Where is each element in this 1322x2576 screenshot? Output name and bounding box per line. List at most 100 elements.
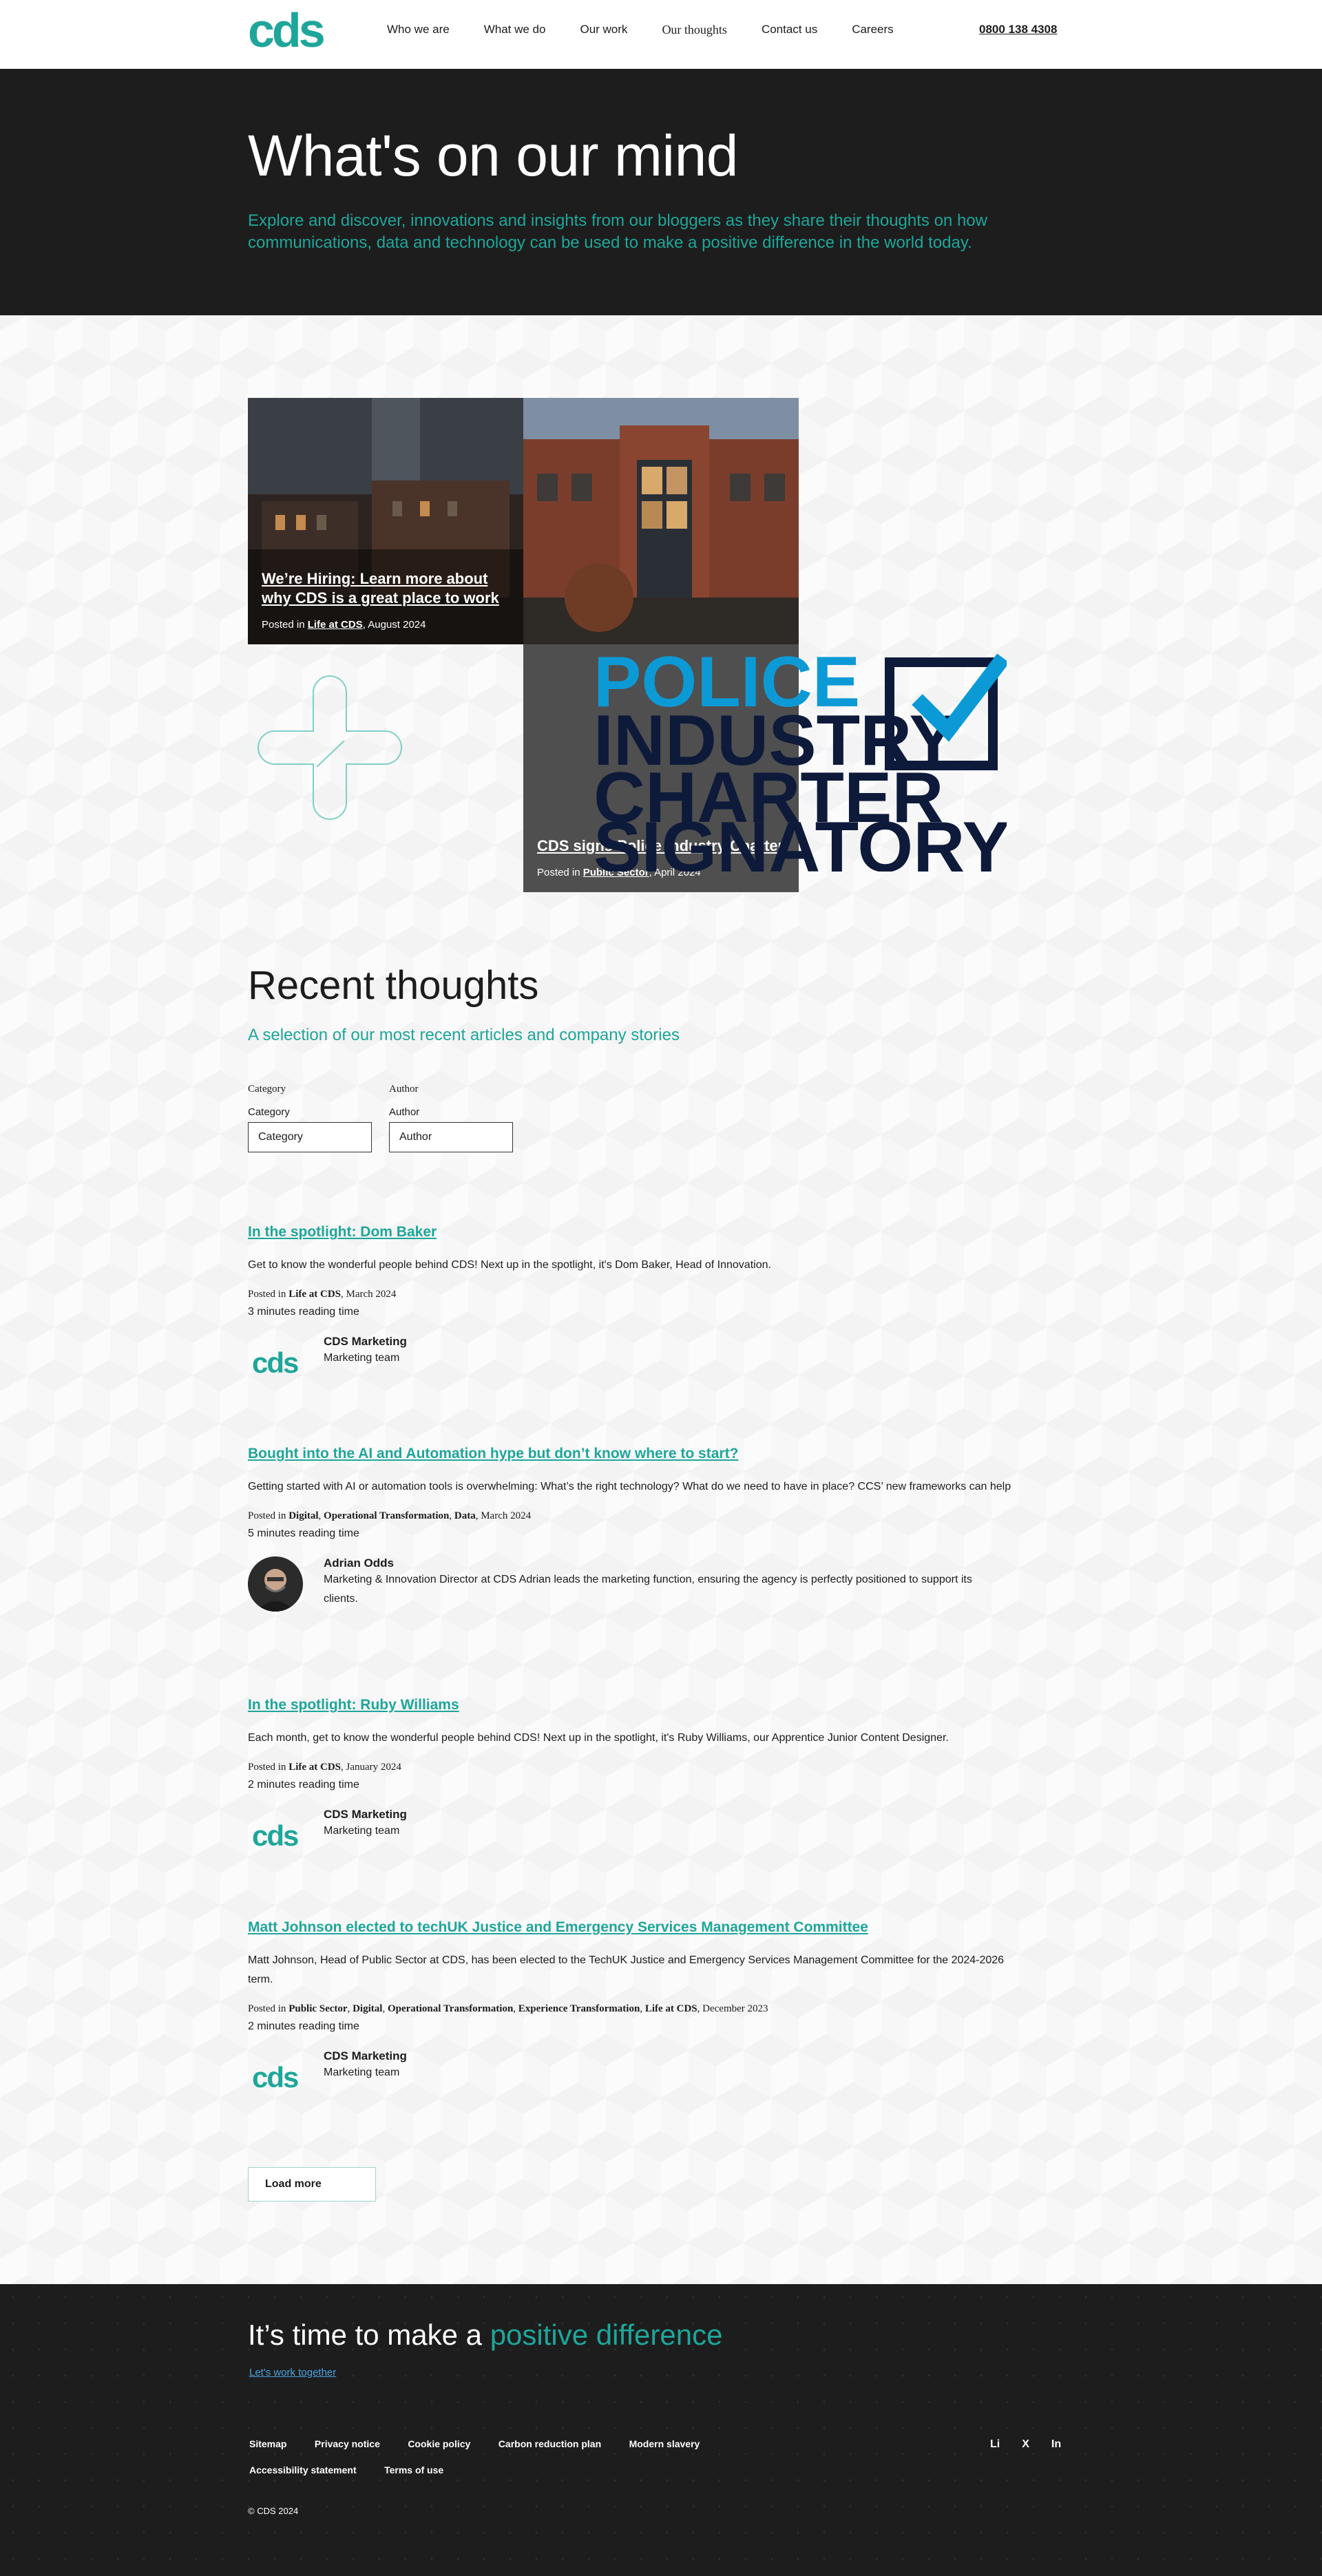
post-date: , March 2024 bbox=[341, 1289, 397, 1300]
category-link[interactable]: Life at CDS bbox=[288, 1289, 341, 1300]
article-excerpt: Getting started with AI or automation to… bbox=[248, 1481, 1011, 1492]
category-link[interactable]: Public Sector bbox=[288, 2003, 347, 2014]
reading-time: 2 minutes reading time bbox=[248, 2020, 359, 2032]
reading-time: 3 minutes reading time bbox=[248, 1306, 359, 1318]
site-header: cds Who we are What we do Our work Our t… bbox=[0, 0, 1322, 69]
nav-our-work[interactable]: Our work bbox=[580, 22, 627, 37]
post-date: , March 2024 bbox=[475, 1510, 532, 1521]
cds-logo[interactable]: cds bbox=[248, 8, 333, 55]
footer-links: Sitemap Privacy notice Cookie policy Car… bbox=[249, 2438, 869, 2491]
cta-prefix: It’s time to make a bbox=[248, 2319, 490, 2351]
posted-label: Posted in bbox=[248, 2003, 286, 2014]
page-title: What's on our mind bbox=[248, 123, 739, 188]
author-role: Marketing & Innovation Director at CDS A… bbox=[324, 1574, 972, 1605]
featured-card-hiring[interactable]: We’re Hiring: Learn more about why CDS i… bbox=[248, 398, 523, 644]
footer-link-cookie[interactable]: Cookie policy bbox=[408, 2438, 470, 2449]
author-filter: Author Author Author bbox=[389, 1084, 513, 1152]
featured-meta: Posted in Life at CDS, August 2024 bbox=[262, 619, 510, 631]
social-links: Li X In bbox=[990, 2438, 1061, 2451]
footer-link-sitemap[interactable]: Sitemap bbox=[249, 2438, 286, 2449]
category-link[interactable]: Operational Transformation bbox=[324, 1510, 449, 1521]
category-link[interactable]: Life at CDS bbox=[308, 619, 363, 631]
person-photo bbox=[248, 1556, 303, 1612]
page-subtitle: Explore and discover, innovations and in… bbox=[248, 211, 987, 252]
post-date: , December 2023 bbox=[697, 2003, 768, 2014]
nav-contact-us[interactable]: Contact us bbox=[762, 22, 817, 37]
footer-link-accessibility[interactable]: Accessibility statement bbox=[249, 2464, 357, 2475]
article-title[interactable]: In the spotlight: Ruby Williams bbox=[248, 1696, 1019, 1715]
posted-label: Posted in bbox=[248, 1510, 286, 1521]
post-date: , January 2024 bbox=[341, 1762, 401, 1773]
article-meta: Posted in Digital, Operational Transform… bbox=[248, 1510, 532, 1521]
author-name: CDS Marketing bbox=[324, 1808, 407, 1821]
author-block: Adrian Odds Marketing & Innovation Direc… bbox=[248, 1556, 1019, 1612]
posted-label: Posted in bbox=[262, 619, 305, 631]
avatar: cds bbox=[248, 2049, 303, 2104]
cds-logo: cds bbox=[252, 1347, 300, 1379]
article-excerpt: Get to know the wonderful people behind … bbox=[248, 1259, 771, 1271]
svg-text:cds: cds bbox=[252, 1819, 298, 1852]
decorative-tile bbox=[248, 644, 523, 892]
work-together-link[interactable]: Let's work together bbox=[249, 2367, 336, 2378]
svg-text:cds: cds bbox=[248, 8, 324, 55]
author-select[interactable]: Author bbox=[389, 1122, 513, 1152]
nav-who-we-are[interactable]: Who we are bbox=[387, 22, 450, 37]
footer-link-privacy[interactable]: Privacy notice bbox=[315, 2438, 380, 2449]
avatar: cds bbox=[248, 1335, 303, 1390]
footer-link-carbon[interactable]: Carbon reduction plan bbox=[499, 2438, 601, 2449]
article-title[interactable]: Matt Johnson elected to techUK Justice a… bbox=[248, 1918, 1019, 1937]
svg-text:cds: cds bbox=[252, 1347, 298, 1379]
author-block: cds CDS Marketing Marketing team bbox=[248, 1808, 1019, 1863]
nav-what-we-do[interactable]: What we do bbox=[484, 22, 546, 37]
author-role: Marketing team bbox=[324, 1352, 400, 1364]
phone-link[interactable]: 0800 138 4308 bbox=[979, 23, 1057, 36]
category-link[interactable]: Data bbox=[454, 1510, 476, 1521]
category-select[interactable]: Category bbox=[248, 1122, 372, 1152]
x-icon[interactable]: X bbox=[1022, 2438, 1029, 2451]
filter-label: Category bbox=[248, 1106, 290, 1118]
featured-title[interactable]: We’re Hiring: Learn more about why CDS i… bbox=[262, 569, 510, 608]
main-content: We’re Hiring: Learn more about why CDS i… bbox=[0, 315, 1322, 2284]
author-block: cds CDS Marketing Marketing team bbox=[248, 2049, 1019, 2104]
author-role: Marketing team bbox=[324, 1825, 400, 1837]
main-nav: Who we are What we do Our work Our thoug… bbox=[387, 22, 928, 37]
posted-label: Posted in bbox=[537, 867, 580, 878]
hero-banner: What's on our mind Explore and discover,… bbox=[0, 69, 1322, 315]
author-name: CDS Marketing bbox=[324, 2049, 407, 2062]
category-link[interactable]: Digital bbox=[353, 2003, 382, 2014]
article-title[interactable]: In the spotlight: Dom Baker bbox=[248, 1223, 1019, 1242]
site-footer: It’s time to make a positive difference … bbox=[0, 2284, 1322, 2576]
cds-logo: cds bbox=[252, 2061, 300, 2093]
featured-caption: We’re Hiring: Learn more about why CDS i… bbox=[262, 569, 510, 631]
cta-accent: positive difference bbox=[490, 2319, 723, 2351]
instagram-icon[interactable]: In bbox=[1051, 2438, 1061, 2451]
filter-heading: Author bbox=[389, 1084, 419, 1095]
brick-building-image bbox=[523, 398, 799, 644]
article-item: Matt Johnson elected to techUK Justice a… bbox=[248, 1918, 1019, 2104]
article-item: In the spotlight: Dom Baker Get to know … bbox=[248, 1223, 1019, 1390]
author-name: CDS Marketing bbox=[324, 1335, 407, 1348]
category-link[interactable]: Life at CDS bbox=[288, 1762, 341, 1773]
load-more-button[interactable]: Load more bbox=[248, 2167, 376, 2202]
article-excerpt: Matt Johnson, Head of Public Sector at C… bbox=[248, 1954, 1005, 1985]
footer-link-terms[interactable]: Terms of use bbox=[384, 2464, 443, 2475]
nav-careers[interactable]: Careers bbox=[852, 22, 893, 37]
category-filter: Category Category Category bbox=[248, 1084, 372, 1152]
reading-time: 2 minutes reading time bbox=[248, 1779, 359, 1791]
cds-logo: cds bbox=[252, 1819, 300, 1852]
category-link[interactable]: Operational Transformation bbox=[388, 2003, 513, 2014]
reading-time: 5 minutes reading time bbox=[248, 1528, 359, 1539]
category-link[interactable]: Experience Transformation bbox=[518, 2003, 640, 2014]
category-link[interactable]: Life at CDS bbox=[645, 2003, 697, 2014]
footer-link-slavery[interactable]: Modern slavery bbox=[629, 2438, 700, 2449]
linkedin-icon[interactable]: Li bbox=[990, 2438, 1000, 2451]
author-role: Marketing team bbox=[324, 2067, 400, 2078]
posted-label: Posted in bbox=[248, 1762, 286, 1773]
avatar bbox=[248, 1556, 303, 1612]
nav-our-thoughts[interactable]: Our thoughts bbox=[662, 22, 727, 37]
filter-heading: Category bbox=[248, 1084, 286, 1095]
category-link[interactable]: Digital bbox=[288, 1510, 318, 1521]
svg-text:cds: cds bbox=[252, 2061, 298, 2093]
article-title[interactable]: Bought into the AI and Automation hype b… bbox=[248, 1444, 1019, 1464]
article-meta: Posted in Life at CDS, January 2024 bbox=[248, 1762, 1019, 1773]
